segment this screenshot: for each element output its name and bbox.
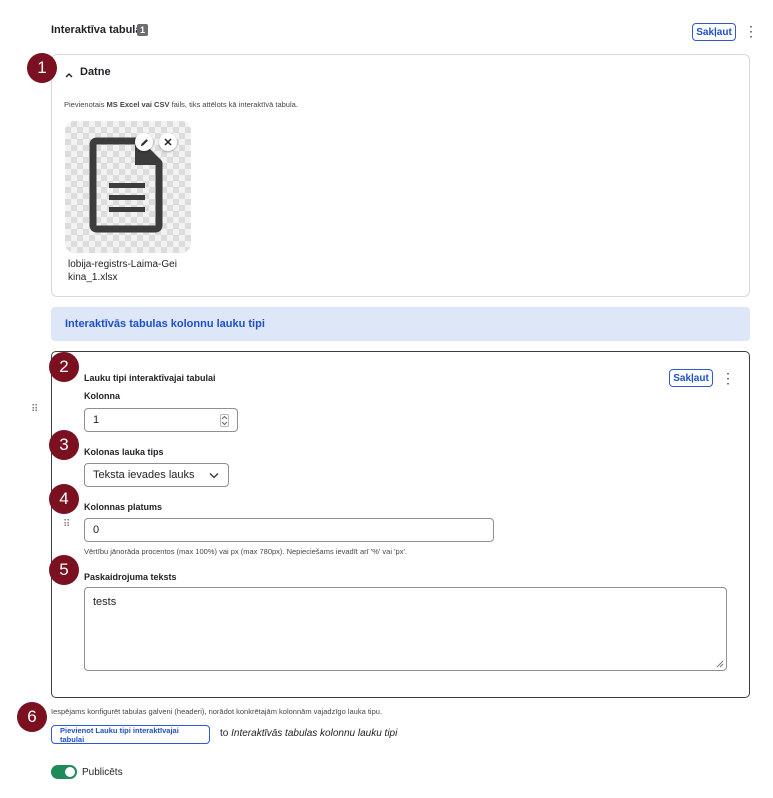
file-name[interactable]: lobija-registrs-Laima-Gei kina_1.xlsx (68, 258, 198, 284)
column-width-help: Vērtību jānorāda procentos (max 100%) va… (84, 547, 407, 556)
chevron-up-icon (64, 67, 74, 78)
edit-file-button[interactable] (135, 133, 153, 151)
pencil-icon (140, 138, 148, 146)
section-banner-title: Interaktīvās tabulas kolonnu lauku tipi (65, 318, 265, 330)
resize-handle-icon[interactable] (716, 660, 724, 668)
annotation-marker-3: 3 (49, 430, 79, 460)
field-types-help: Iespējams konfigurēt tabulas galveni (he… (51, 707, 383, 716)
section-banner: Interaktīvās tabulas kolonnu lauku tipi (51, 307, 750, 341)
column-width-label: Kolonnas platums (84, 502, 163, 512)
close-icon (164, 138, 172, 146)
widget-kebab-icon[interactable]: ⋮ (744, 23, 758, 39)
column-label: Kolonna (84, 391, 120, 401)
width-drag-handle-icon[interactable]: ⠿ (63, 520, 71, 532)
add-target-text: to Interaktīvās tabulas kolonnu lauku ti… (220, 728, 398, 739)
file-name-line-2: kina_1.xlsx (68, 272, 118, 283)
collapse-widget-button[interactable]: Sakļaut (692, 23, 736, 41)
explanation-textarea[interactable]: tests (84, 587, 727, 671)
paragraph-title: Lauku tipi interaktīvajai tabulai (84, 373, 216, 383)
field-type-select[interactable]: Teksta ievades lauks (84, 463, 229, 487)
file-section-label: Datne (80, 66, 111, 78)
annotation-marker-5: 5 (49, 555, 79, 585)
file-preview (65, 121, 191, 253)
column-width-input[interactable]: 0 (84, 518, 494, 542)
file-description: Pievienotais MS Excel vai CSV fails, tik… (64, 100, 298, 109)
widget-title: Interaktīva tabula (51, 24, 142, 36)
annotation-marker-6: 6 (17, 702, 47, 732)
file-section-toggle[interactable]: Datne (64, 64, 111, 80)
file-name-line-1: lobija-registrs-Laima-Gei (68, 259, 177, 270)
add-field-type-button[interactable]: Pievienot Lauku tipi interaktīvajai tabu… (51, 725, 210, 744)
stepper-arrows-icon (221, 415, 228, 426)
count-badge: 1 (137, 24, 148, 36)
number-stepper[interactable] (220, 414, 229, 427)
published-label: Publicēts (82, 767, 123, 778)
field-type-label: Kolonas lauka tips (84, 447, 164, 457)
annotation-marker-2: 2 (49, 352, 79, 382)
toggle-knob (65, 767, 75, 777)
document-icon (89, 137, 163, 233)
published-toggle[interactable] (51, 765, 77, 779)
annotation-marker-1: 1 (27, 53, 57, 83)
chevron-down-icon (209, 473, 219, 479)
column-number-input[interactable]: 1 (84, 408, 238, 432)
annotation-marker-4: 4 (49, 484, 79, 514)
remove-file-button[interactable] (159, 133, 177, 151)
explanation-label: Paskaidrojuma teksts (84, 572, 177, 582)
paragraph-kebab-icon[interactable]: ⋮ (721, 370, 735, 386)
collapse-paragraph-button[interactable]: Sakļaut (669, 369, 713, 387)
drag-handle-icon[interactable]: ⠿ (31, 405, 39, 417)
